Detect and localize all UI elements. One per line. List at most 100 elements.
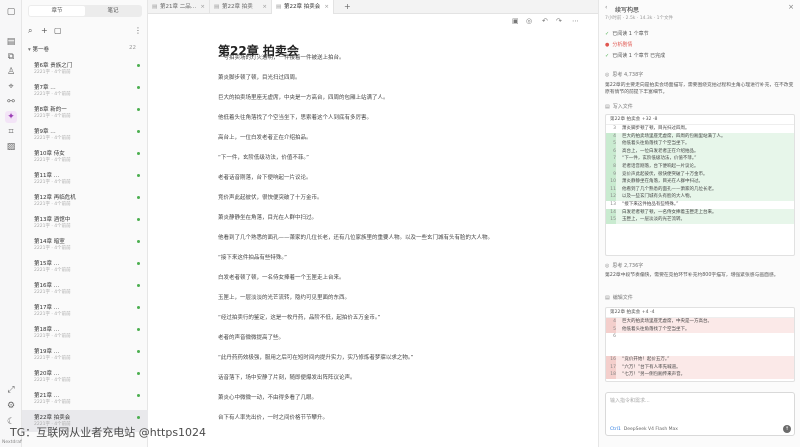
add-volume-icon[interactable]: ▢ bbox=[54, 26, 62, 35]
note-icon[interactable]: ▨ bbox=[5, 141, 17, 153]
sidebar-segmented-control: 章节 笔记 bbox=[28, 5, 142, 17]
paragraph[interactable]: 萧炎脚步顿了顿，目光扫过四周。 bbox=[218, 74, 534, 82]
segment-chapters[interactable]: 章节 bbox=[29, 6, 85, 16]
paragraph[interactable]: 白发老者顿了顿，一名侍女捧着一个玉匣走上台来。 bbox=[218, 274, 534, 282]
chapter-list-item[interactable]: 第16章 … 2221字 · 4个前前 bbox=[22, 278, 148, 300]
close-icon[interactable]: × bbox=[788, 3, 794, 11]
chapter-list-item[interactable]: 第13章 酒馆中 2221字 · 4个前前 bbox=[22, 212, 148, 234]
line-text: “六万！”台下有人率先喊道。 bbox=[622, 364, 681, 370]
paragraph[interactable]: 他看到了几个熟悉的面孔——萧家的几位长老，还有几位家族里的重要人物。以及一些玄门… bbox=[218, 234, 534, 242]
chapter-list-item[interactable]: 第9章 … 2221字 · 4个前前 bbox=[22, 124, 148, 146]
volume-header[interactable]: ▾ 第一卷 22 bbox=[28, 45, 142, 55]
paragraph[interactable]: 老者话音刚落，台下便响起一片议论。 bbox=[218, 174, 534, 182]
chapter-list-item[interactable]: 第21章 … 2221字 · 4个前前 bbox=[22, 388, 148, 410]
editor-pane[interactable]: 第22章 拍卖会 一号拍卖场的灯火通明，一件接着一件被送上拍台。 萧炎脚步顿了顿，… bbox=[148, 14, 598, 447]
thinking-toggle[interactable]: ◎ 思考 4,738字 bbox=[605, 71, 643, 78]
paragraph[interactable]: 台下有人率先出价，一时之间价格节节攀升。 bbox=[218, 414, 534, 422]
line-number: 4 bbox=[606, 132, 616, 141]
paragraph[interactable]: 高台上，一位白发老者正在介绍拍品。 bbox=[218, 134, 534, 142]
line-text: “接下来这件拍品有些特殊。” bbox=[622, 201, 679, 207]
chapter-list-item[interactable]: 第8章 新的一 2221字 · 4个前前 bbox=[22, 102, 148, 124]
paragraph[interactable]: “接下来这件拍品有些特殊。” bbox=[218, 254, 534, 262]
expand-icon[interactable]: ⤢ bbox=[5, 384, 17, 396]
assistant-meta: 7小时前 · 2.5k · 14.3k · 1个文件 bbox=[605, 16, 673, 21]
chapter-meta: 2221字 · 4个前前 bbox=[34, 70, 71, 75]
chapter-list-item[interactable]: 第12章 再临危机 2221字 · 4个前前 bbox=[22, 190, 148, 212]
paragraph[interactable]: 萧炎静静坐在角落，目光在人群中扫过。 bbox=[218, 214, 534, 222]
export-icon[interactable]: ▣ bbox=[512, 17, 519, 25]
ai-icon[interactable]: ✦ bbox=[5, 111, 17, 123]
book-icon[interactable]: ▤ bbox=[5, 36, 17, 48]
chapter-list-item[interactable]: 第14章 暗室 2221字 · 4个前前 bbox=[22, 234, 148, 256]
tab-label: 第22章 拍卖 bbox=[222, 4, 253, 10]
status-dot-icon bbox=[137, 196, 140, 199]
chapter-list-item[interactable]: 第6章 贵族之门 2221字 · 4个前前 bbox=[22, 58, 148, 80]
tab-chapter-22-a[interactable]: ▤ 第22章 拍卖 × bbox=[210, 0, 272, 14]
chapter-meta: 2221字 · 4个前前 bbox=[34, 268, 71, 273]
outline-icon[interactable]: ⧉ bbox=[5, 51, 17, 63]
add-chapter-icon[interactable]: + bbox=[41, 26, 48, 35]
paragraph[interactable]: 他低着头往角落找了个空当坐下，思索着这个人到底有多厉害。 bbox=[218, 114, 534, 122]
chapter-list-item[interactable]: 第20章 … 2221字 · 4个前前 bbox=[22, 366, 148, 388]
write-file-tag[interactable]: ▤ 写入文件 bbox=[605, 103, 633, 110]
chapter-meta: 2221字 · 4个前前 bbox=[34, 92, 71, 97]
paragraph[interactable]: 话音落下，场中安静了片刻，随即便爆发出阵阵议论声。 bbox=[218, 374, 534, 382]
chapter-list-item[interactable]: 第7章 … 2221字 · 4个前前 bbox=[22, 80, 148, 102]
chapter-list-item[interactable]: 第11章 … 2221字 · 4个前前 bbox=[22, 168, 148, 190]
more-icon[interactable]: ⋯ bbox=[572, 17, 579, 25]
paragraph[interactable]: “经过拍卖行的鉴定，这是一枚丹药，品阶不低，起拍价五万金币。” bbox=[218, 314, 534, 322]
chapter-title: 第12章 再临危机 bbox=[34, 195, 76, 201]
chapter-list-item[interactable]: 第19章 … 2221字 · 4个前前 bbox=[22, 344, 148, 366]
paragraph[interactable]: 巨大的拍卖场里座无虚席，中央是一方高台，四周的包厢上站满了人。 bbox=[218, 94, 534, 102]
paragraph[interactable]: 一号拍卖场的灯火通明，一件接着一件被送上拍台。 bbox=[218, 54, 534, 62]
model-selector[interactable]: Ctrl1 DeepSeek V4 Flash Max bbox=[610, 427, 678, 432]
step-read-done[interactable]: ✓ 已阅读 1 个章节 已完成 bbox=[605, 52, 665, 59]
more-icon[interactable]: ⋮ bbox=[134, 26, 142, 35]
close-icon[interactable]: × bbox=[200, 0, 205, 14]
map-icon[interactable]: ⌖ bbox=[5, 81, 17, 93]
chapter-meta: 2221字 · 4个前前 bbox=[34, 114, 71, 119]
chapter-meta: 2221字 · 4个前前 bbox=[34, 136, 71, 141]
paragraph[interactable]: “下一件，玄阶低级功法，价值不菲。” bbox=[218, 154, 534, 162]
undo-icon[interactable]: ↶ bbox=[542, 17, 548, 25]
paragraph[interactable]: 玉匣上，一层淡淡的光芒流转，隐约可见里面的东西。 bbox=[218, 294, 534, 302]
line-text: “竞价开始！起价五万。” bbox=[622, 356, 670, 362]
close-icon[interactable]: × bbox=[262, 0, 267, 14]
paragraph[interactable]: “此丹药药效极强，服用之后可在短时间内提升实力，实乃修炼者梦寐以求之物。” bbox=[218, 354, 534, 362]
link-icon[interactable]: ⚯ bbox=[5, 96, 17, 108]
character-icon[interactable]: ♙ bbox=[5, 66, 17, 78]
chapter-list-item[interactable]: 第18章 … 2221字 · 4个前前 bbox=[22, 322, 148, 344]
redo-icon[interactable]: ↷ bbox=[556, 17, 562, 25]
line-number: 3 bbox=[613, 126, 616, 131]
segment-notes[interactable]: 笔记 bbox=[85, 6, 141, 16]
close-icon[interactable]: × bbox=[324, 0, 329, 14]
status-dot-icon bbox=[137, 64, 140, 67]
chapter-meta: 2221字 · 4个前前 bbox=[34, 334, 71, 339]
chat-input[interactable]: 输入指令和需求... Ctrl1 DeepSeek V4 Flash Max ↑ bbox=[605, 392, 795, 436]
step-read-chapter[interactable]: ✓ 已阅读 1 个章节 bbox=[605, 30, 649, 37]
tab-chapter-21[interactable]: ▤ 第21章 二品… × bbox=[148, 0, 210, 14]
preview-icon[interactable]: ◎ bbox=[526, 17, 532, 25]
line-text: “下一件，玄阶低级功法，价值不菲。” bbox=[622, 156, 697, 162]
search-icon[interactable]: ⌕ bbox=[28, 26, 32, 36]
send-button[interactable]: ↑ bbox=[783, 425, 791, 433]
thinking-toggle-2[interactable]: ◎ 思考 2,736字 bbox=[605, 262, 643, 269]
tag-label: 编辑文件 bbox=[612, 295, 633, 301]
diff-line: 16 “竞价开始！起价五万。” bbox=[606, 355, 794, 364]
diff-block-2[interactable]: 第22章 拍卖会 +4 -4 4 巨大的拍卖场里座无虚席，中央是一方高台。 5 他低着… bbox=[605, 307, 795, 382]
edit-file-tag[interactable]: ▤ 编辑文件 bbox=[605, 294, 633, 301]
step-analyze[interactable]: ● 分析剧情 bbox=[605, 41, 632, 48]
chapter-list-item[interactable]: 第10章 侍女 2221字 · 4个前前 bbox=[22, 146, 148, 168]
chapter-list-item[interactable]: 第17章 … 2221字 · 4个前前 bbox=[22, 300, 148, 322]
tab-chapter-22-active[interactable]: ▤ 第22章 拍卖会 × bbox=[272, 0, 334, 14]
new-tab-button[interactable]: + bbox=[344, 0, 351, 14]
paragraph[interactable]: 萧炎心中微微一动，不由得多看了几眼。 bbox=[218, 394, 534, 402]
paragraph[interactable]: 竞价声此起彼伏，很快便突破了十万金币。 bbox=[218, 194, 534, 202]
diff-block-1[interactable]: 第22章 拍卖会 +32 -8 3 萧炎脚步顿了顿，目光扫过四周。 4 巨大的拍卖场里… bbox=[605, 114, 795, 256]
chevron-left-icon[interactable]: ‹ bbox=[605, 4, 607, 11]
chapter-list-item[interactable]: 第15章 … 2221字 · 4个前前 bbox=[22, 256, 148, 278]
paragraph[interactable]: 老者的声音微微提高了些。 bbox=[218, 334, 534, 342]
plugin-icon[interactable]: ⌗ bbox=[5, 126, 17, 138]
settings-icon[interactable]: ⚙ bbox=[5, 400, 17, 412]
sidebar-toggle-icon[interactable]: ▢ bbox=[5, 6, 17, 18]
